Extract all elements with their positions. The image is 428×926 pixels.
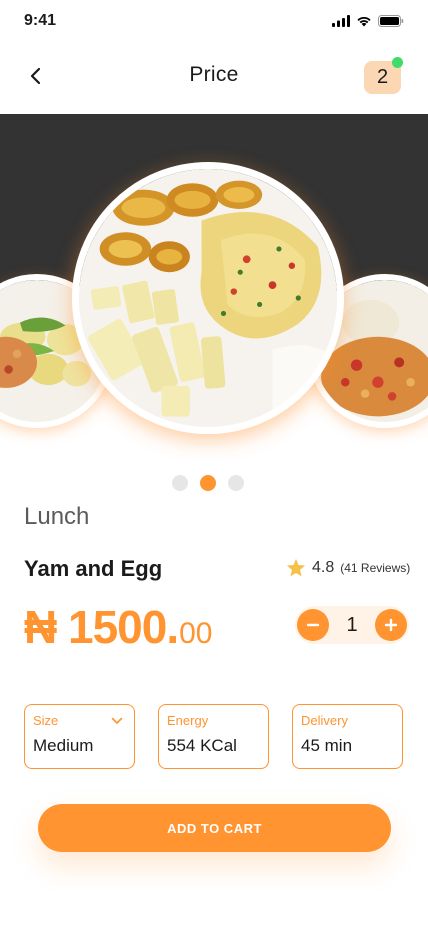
status-icons [332,15,404,27]
price-cents: 00 [179,617,213,650]
delivery-label: Delivery [301,713,348,728]
product-name: Yam and Egg [24,556,163,581]
product-category: Lunch [24,503,90,530]
pagination-dot-active[interactable] [200,475,216,491]
signal-icon [332,15,350,27]
size-value: Medium [33,736,94,755]
pagination-dot[interactable] [172,475,188,491]
energy-label: Energy [167,713,209,728]
quantity-value: 1 [346,613,358,636]
food-carousel[interactable] [0,114,428,460]
plus-icon [384,618,398,632]
size-selector[interactable]: Size Medium [24,704,135,769]
pagination-dot[interactable] [228,475,244,491]
energy-value: 554 KCal [167,736,237,755]
minus-icon [306,623,320,627]
delivery-value: 45 min [301,736,353,755]
status-bar: 9:41 [0,0,428,44]
status-time: 9:41 [24,12,57,29]
carousel-pagination [172,475,244,491]
add-to-cart-button[interactable]: ADD TO CART [38,804,391,852]
increase-quantity-button[interactable] [375,609,407,641]
delivery-info: Delivery 45 min [292,704,403,769]
star-icon [286,558,306,577]
quantity-stepper: 1 [295,606,409,644]
price-main: ₦ 1500. [24,601,179,653]
energy-info: Energy 554 KCal [158,704,269,769]
rating-value: 4.8 [312,558,335,576]
product-rating[interactable]: 4.8 (41 Reviews) [286,558,410,577]
chevron-down-icon [111,717,123,724]
product-price: ₦ 1500. 00 [24,600,213,654]
carousel-image-current[interactable] [72,162,344,434]
review-count: (41 Reviews) [340,560,411,575]
decrease-quantity-button[interactable] [297,609,329,641]
battery-icon [378,15,404,27]
wifi-icon [357,16,371,27]
food-image [79,169,337,427]
notification-dot [392,57,403,68]
header: Price 2 [0,44,428,114]
